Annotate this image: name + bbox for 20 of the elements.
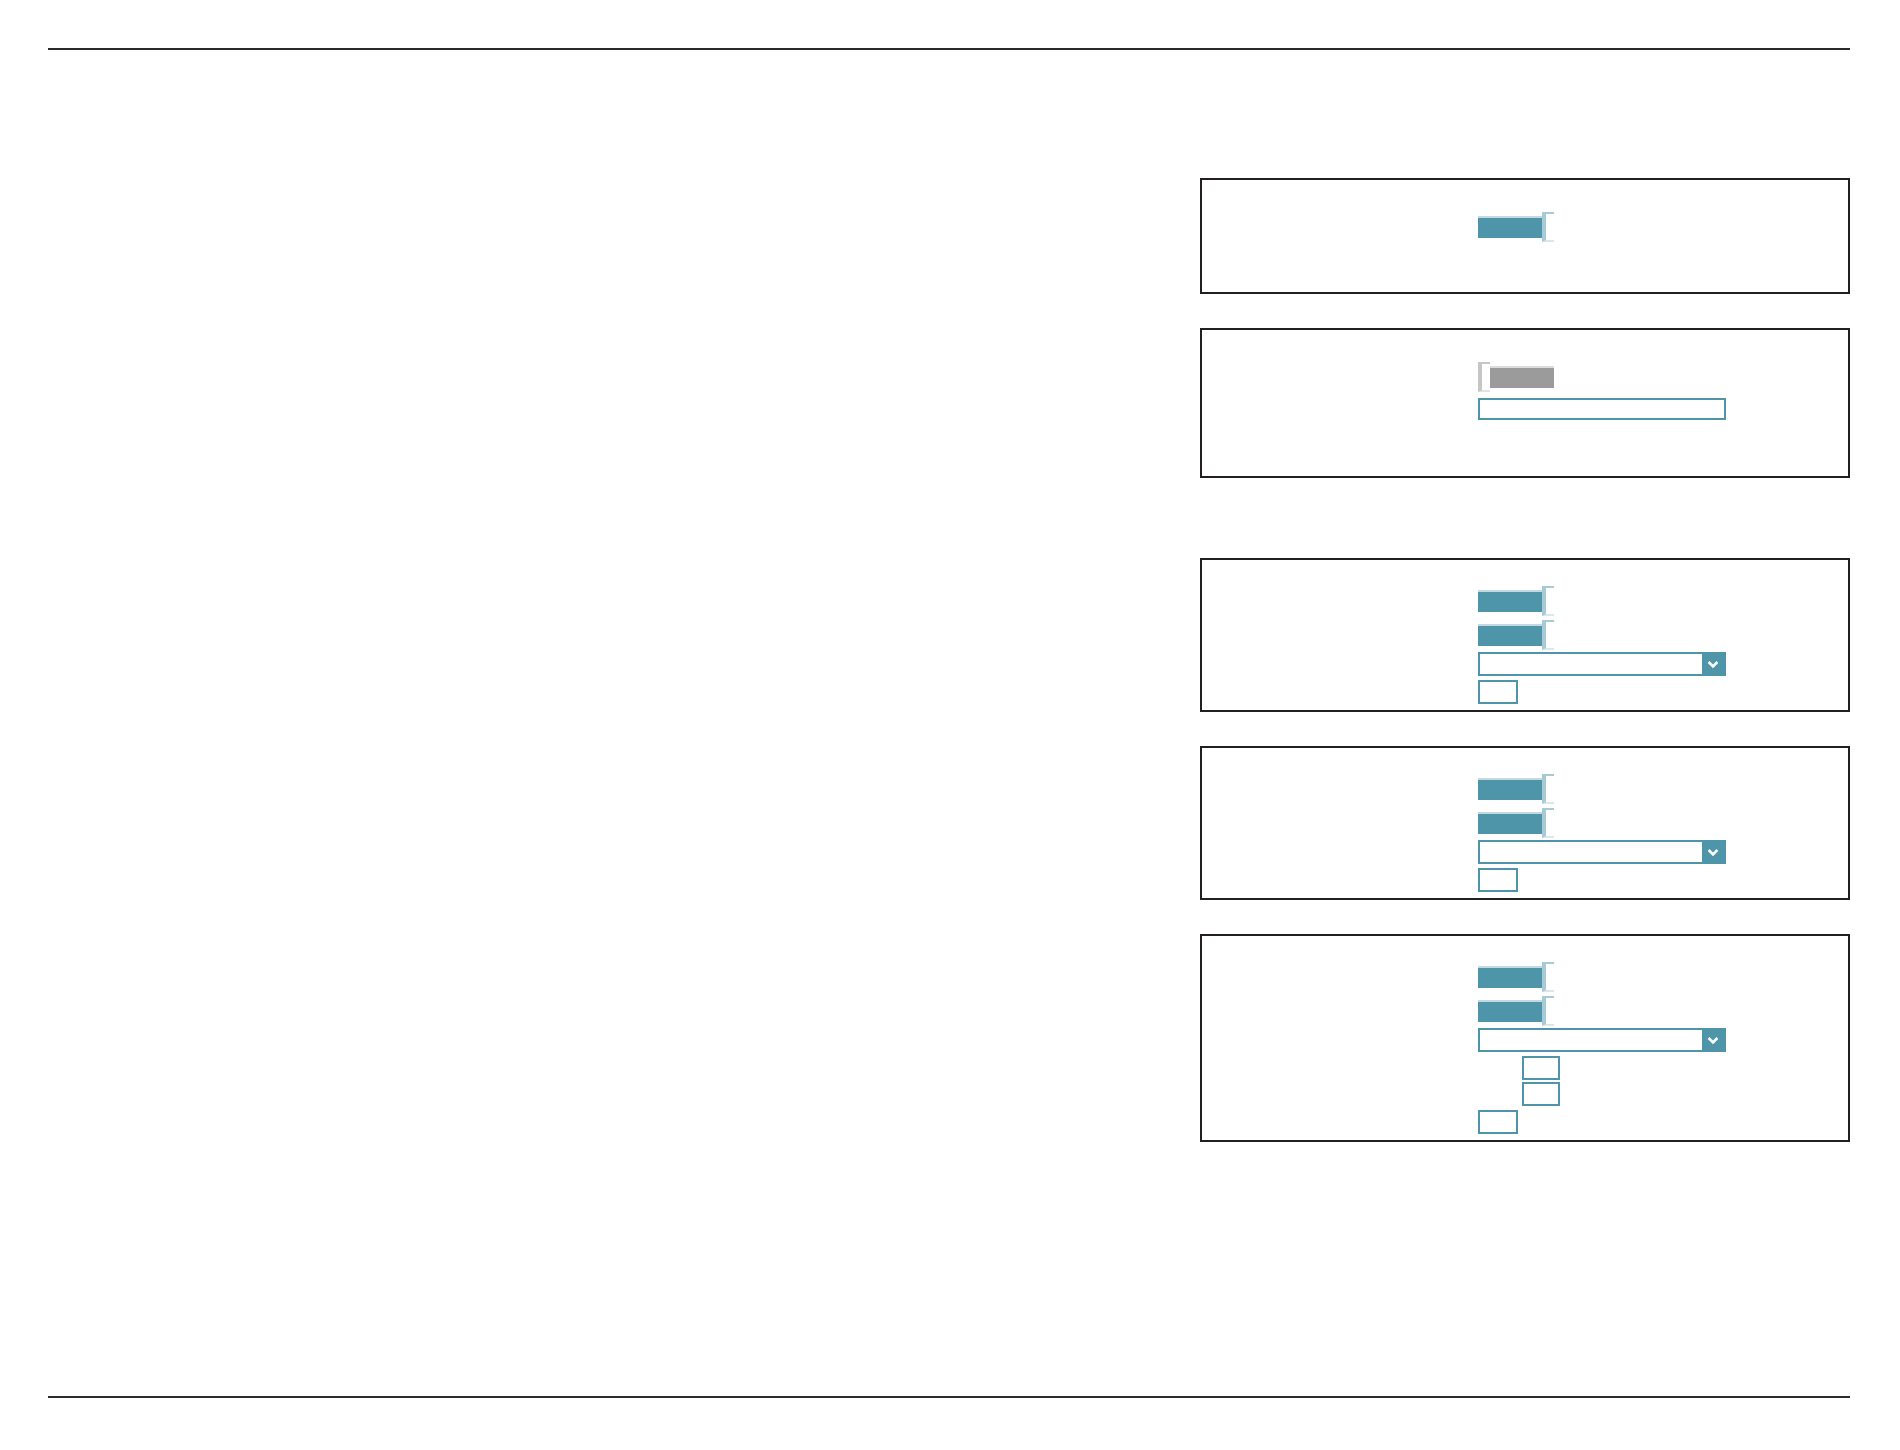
chevron-down-icon (1702, 1030, 1724, 1050)
toggle-switch[interactable] (1478, 995, 1554, 1025)
toggle-switch[interactable] (1478, 212, 1554, 242)
dropdown-select[interactable] (1478, 840, 1726, 864)
toggle-switch[interactable] (1478, 807, 1554, 837)
small-input-field[interactable] (1522, 1055, 1560, 1079)
small-input-field[interactable] (1522, 1082, 1560, 1106)
dropdown-select[interactable] (1478, 1028, 1726, 1052)
small-button[interactable] (1478, 867, 1518, 891)
text-input-field[interactable] (1478, 398, 1726, 420)
dropdown-select[interactable] (1478, 652, 1726, 676)
small-button[interactable] (1478, 679, 1518, 703)
toggle-switch[interactable] (1478, 362, 1554, 392)
toggle-switch[interactable] (1478, 774, 1554, 804)
chevron-down-icon (1702, 654, 1724, 674)
chevron-down-icon (1702, 842, 1724, 862)
toggle-switch[interactable] (1478, 619, 1554, 649)
small-button[interactable] (1478, 1109, 1518, 1133)
toggle-switch[interactable] (1478, 586, 1554, 616)
toggle-switch[interactable] (1478, 962, 1554, 992)
